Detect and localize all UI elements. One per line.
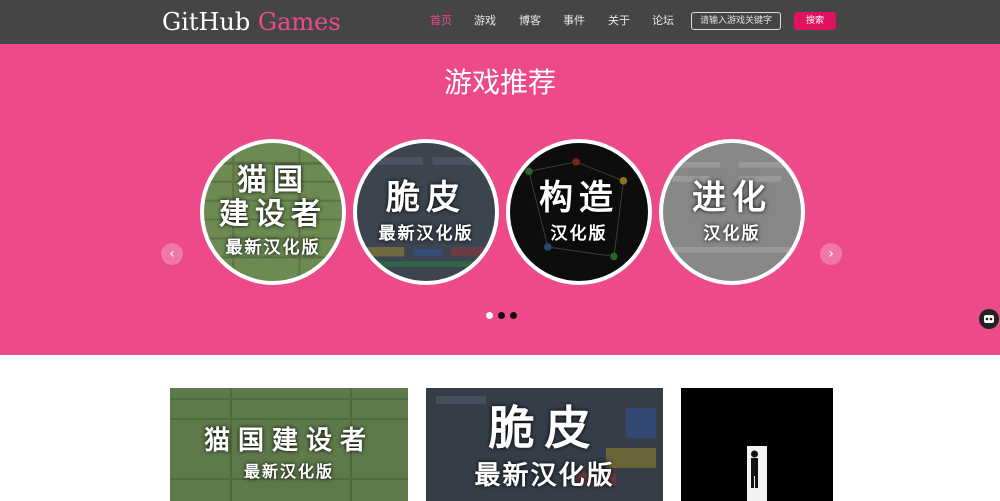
carousel-item-cat-builder[interactable]: 猫国 建设者 最新汉化版 bbox=[200, 139, 346, 285]
carousel-item-construct[interactable]: 构造 汉化版 bbox=[506, 139, 652, 285]
pager-dot[interactable] bbox=[510, 312, 517, 319]
floating-chat-icon[interactable] bbox=[979, 309, 999, 329]
nav-home[interactable]: 首页 bbox=[430, 14, 452, 28]
nav-games[interactable]: 游戏 bbox=[474, 14, 496, 28]
game-card-crispy[interactable]: 脆皮 最新汉化版 bbox=[426, 388, 663, 501]
nav-forum[interactable]: 论坛 bbox=[652, 14, 674, 28]
search-button[interactable]: 搜索 bbox=[794, 12, 836, 30]
nav-blog[interactable]: 博客 bbox=[519, 14, 541, 28]
card-title: 猫国建设者 bbox=[203, 426, 374, 456]
slide-subtitle: 最新汉化版 bbox=[378, 224, 474, 244]
slide-subtitle: 最新汉化版 bbox=[225, 238, 321, 258]
game-card-cat-builder[interactable]: 猫国建设者 最新汉化版 bbox=[170, 388, 408, 501]
card-subtitle: 最新汉化版 bbox=[474, 461, 615, 491]
slide-subtitle: 汉化版 bbox=[703, 224, 761, 244]
carousel-item-crispy[interactable]: 脆皮 最新汉化版 bbox=[353, 139, 499, 285]
carousel-item-evolve[interactable]: 进化 汉化版 bbox=[659, 139, 805, 285]
pager-dot[interactable] bbox=[498, 312, 505, 319]
robot-face-icon bbox=[984, 315, 994, 323]
nav-about[interactable]: 关于 bbox=[608, 14, 630, 28]
slide-title-line2: 建设者 bbox=[219, 197, 327, 232]
slide-title: 构造 bbox=[539, 178, 619, 218]
slide-title: 进化 bbox=[692, 178, 772, 218]
hero-title: 游戏推荐 bbox=[443, 66, 556, 99]
card-title: 脆皮 bbox=[488, 401, 601, 455]
game-card-dark-room[interactable] bbox=[681, 388, 833, 501]
site-logo[interactable]: GitHub Games bbox=[162, 5, 341, 39]
slide-title-line1: 猫国 bbox=[237, 163, 309, 198]
nav-events[interactable]: 事件 bbox=[563, 14, 585, 28]
doorway-silhouette-image bbox=[681, 388, 833, 501]
slide-title: 脆皮 bbox=[386, 178, 466, 218]
pager-dot[interactable] bbox=[486, 312, 493, 319]
carousel-next-button[interactable]: › bbox=[820, 243, 842, 265]
top-navbar: GitHub Games 首页 游戏 博客 事件 关于 论坛 搜索 bbox=[0, 0, 1000, 44]
hero-banner: 游戏推荐 ‹ 猫国 建设者 最新汉化版 脆皮 最新汉化版 构造 汉化版 进化 汉… bbox=[0, 44, 1000, 355]
chevron-right-icon: › bbox=[828, 246, 834, 262]
carousel-pager bbox=[486, 312, 517, 319]
chevron-left-icon: ‹ bbox=[169, 246, 175, 262]
logo-text-github: GitHub bbox=[162, 8, 251, 36]
carousel-prev-button[interactable]: ‹ bbox=[161, 243, 183, 265]
card-subtitle: 最新汉化版 bbox=[243, 462, 334, 481]
search-input[interactable] bbox=[691, 12, 781, 30]
logo-text-games: Games bbox=[257, 8, 341, 36]
slide-subtitle: 汉化版 bbox=[550, 224, 608, 244]
